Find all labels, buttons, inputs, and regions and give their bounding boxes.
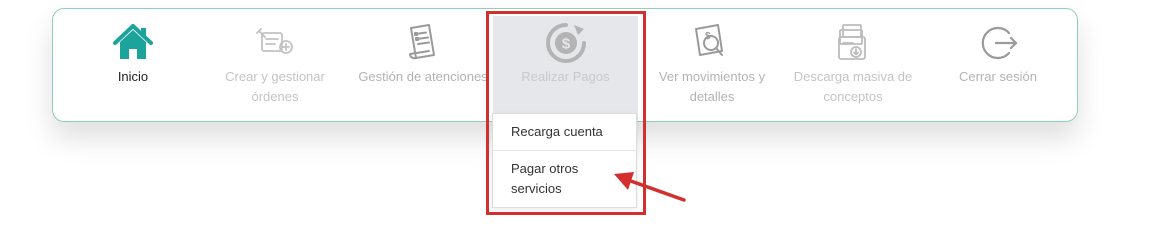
dropdown-item-recarga-cuenta[interactable]: Recarga cuenta xyxy=(493,114,636,151)
nav-item-realizar-pagos[interactable]: $ Realizar Pagos xyxy=(493,9,638,121)
payment-dollar-icon: $ xyxy=(544,21,588,65)
nav-item-crear-ordenes[interactable]: Crear y gestionar órdenes xyxy=(215,9,335,121)
logout-icon xyxy=(976,21,1020,65)
nav-item-descarga-masiva[interactable]: Descarga masiva de conceptos xyxy=(783,9,923,121)
movements-search-icon: $ xyxy=(690,21,734,65)
nav-item-cerrar-sesion[interactable]: Cerrar sesión xyxy=(948,9,1048,121)
nav-label-gestion-atenciones: Gestión de atenciones xyxy=(358,69,488,84)
nav-label-cerrar-sesion: Cerrar sesión xyxy=(958,69,1038,84)
create-orders-icon xyxy=(253,21,297,65)
main-navigation-bar: Inicio Crear y gestionar órdenes Gestión… xyxy=(52,8,1078,122)
nav-label-crear-ordenes: Crear y gestionar órdenes xyxy=(225,69,325,104)
nav-item-inicio[interactable]: Inicio xyxy=(83,9,183,121)
document-list-icon xyxy=(401,21,445,65)
svg-text:$: $ xyxy=(561,36,570,53)
svg-text:$: $ xyxy=(705,31,711,42)
payments-dropdown-menu: Recarga cuenta Pagar otros servicios xyxy=(492,113,637,208)
nav-label-ver-movimientos: Ver movimientos y detalles xyxy=(658,69,766,104)
nav-label-inicio: Inicio xyxy=(117,69,149,84)
bulk-download-icon xyxy=(831,21,875,65)
nav-label-descarga-masiva: Descarga masiva de conceptos xyxy=(793,69,913,104)
dropdown-item-pagar-otros-servicios[interactable]: Pagar otros servicios xyxy=(493,151,593,207)
nav-item-ver-movimientos[interactable]: $ Ver movimientos y detalles xyxy=(649,9,775,121)
nav-item-gestion-atenciones[interactable]: Gestión de atenciones xyxy=(353,9,493,121)
home-icon xyxy=(111,21,155,65)
nav-label-realizar-pagos: Realizar Pagos xyxy=(521,69,610,84)
